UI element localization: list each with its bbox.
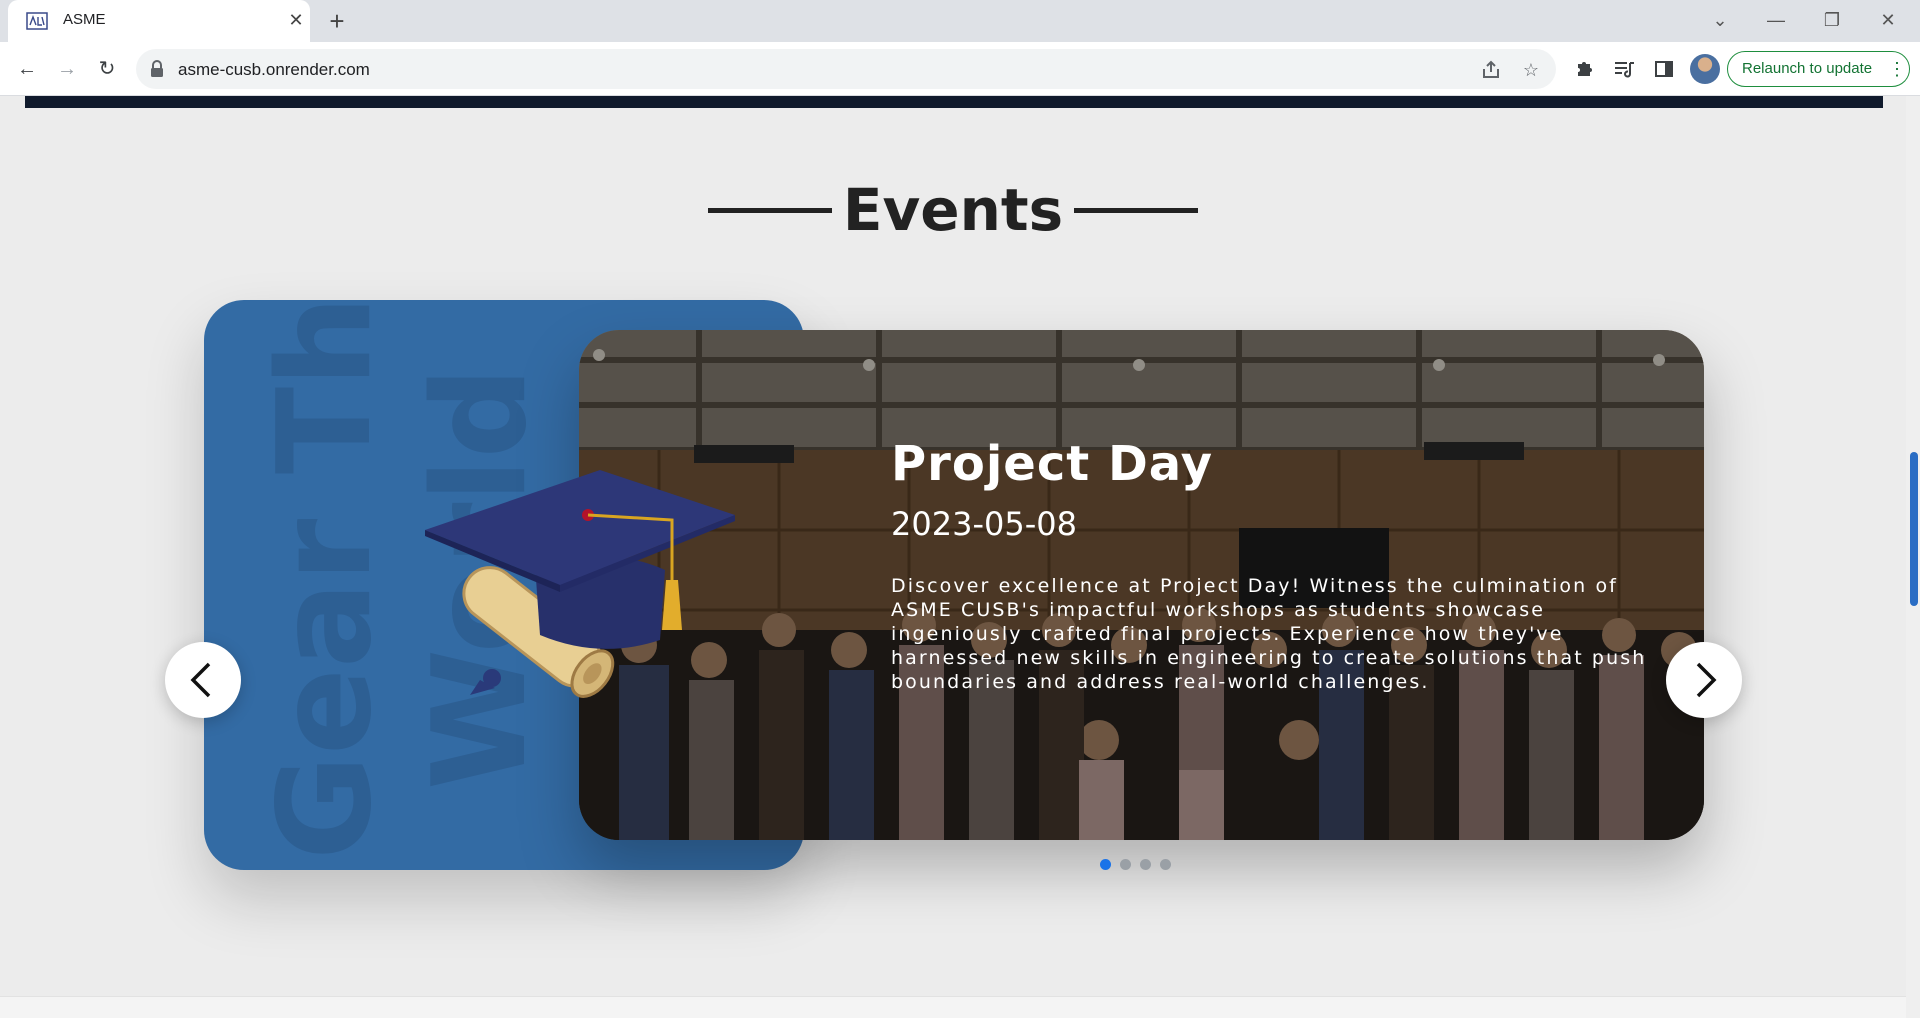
tab-title: ASME (63, 11, 106, 28)
extensions-icon[interactable] (1570, 55, 1598, 83)
media-icon[interactable] (1610, 55, 1638, 83)
minimize-icon[interactable]: — (1756, 4, 1796, 36)
carousel-dot[interactable] (1100, 859, 1111, 870)
restore-icon[interactable]: ❐ (1812, 4, 1852, 36)
chevron-down-icon[interactable]: ⌄ (1700, 4, 1740, 36)
carousel-dot[interactable] (1140, 859, 1151, 870)
window-close-icon[interactable]: ✕ (1868, 4, 1908, 36)
asme-favicon-icon (26, 12, 48, 30)
chevron-right-icon (1696, 662, 1717, 698)
scrollbar-thumb[interactable] (1910, 452, 1918, 606)
relaunch-label: Relaunch to update (1742, 60, 1873, 77)
section-title: Events (842, 176, 1064, 244)
heading-rule-right (1074, 208, 1198, 213)
navbar-bottom-strip (25, 96, 1883, 108)
relaunch-button[interactable]: Relaunch to update ⋮ (1727, 51, 1910, 87)
reload-icon[interactable]: ↻ (92, 54, 122, 84)
star-icon[interactable]: ☆ (1518, 57, 1544, 83)
carousel-dot[interactable] (1120, 859, 1131, 870)
carousel-dot[interactable] (1160, 859, 1171, 870)
event-date: 2023-05-08 (891, 505, 1077, 543)
kebab-menu-icon[interactable]: ⋮ (1888, 58, 1906, 80)
chevron-left-icon (190, 662, 211, 698)
slogan-line-1: Gear The (251, 300, 400, 860)
previous-slide-button[interactable] (165, 642, 241, 718)
event-title: Project Day (891, 436, 1213, 492)
browser-tab[interactable]: ASME ✕ (8, 0, 310, 42)
browser-toolbar: ← → ↻ asme-cusb.onrender.com ☆ Relaunch … (0, 42, 1920, 96)
event-photo-card[interactable]: Project Day 2023-05-08 Discover excellen… (579, 330, 1704, 840)
url-text: asme-cusb.onrender.com (178, 60, 370, 79)
event-description: Discover excellence at Project Day! Witn… (891, 575, 1647, 693)
lock-icon (151, 60, 163, 77)
share-icon[interactable] (1478, 57, 1504, 83)
next-slide-button[interactable] (1666, 642, 1742, 718)
avatar[interactable] (1690, 54, 1720, 84)
browser-tab-bar: ASME ✕ + ⌄ — ❐ ✕ (0, 0, 1920, 42)
page-viewport: Events Gear The World (0, 96, 1920, 1018)
address-bar[interactable]: asme-cusb.onrender.com ☆ (136, 49, 1556, 89)
close-icon[interactable]: ✕ (284, 8, 308, 32)
plus-icon[interactable]: + (322, 7, 352, 37)
events-carousel: Gear The World (165, 300, 1745, 890)
next-section-edge (0, 996, 1906, 1018)
scrollbar[interactable] (1906, 96, 1920, 1018)
forward-icon[interactable]: → (52, 54, 82, 84)
graduation-cap-icon (425, 470, 735, 698)
side-panel-icon[interactable] (1650, 55, 1678, 83)
back-icon[interactable]: ← (12, 54, 42, 84)
